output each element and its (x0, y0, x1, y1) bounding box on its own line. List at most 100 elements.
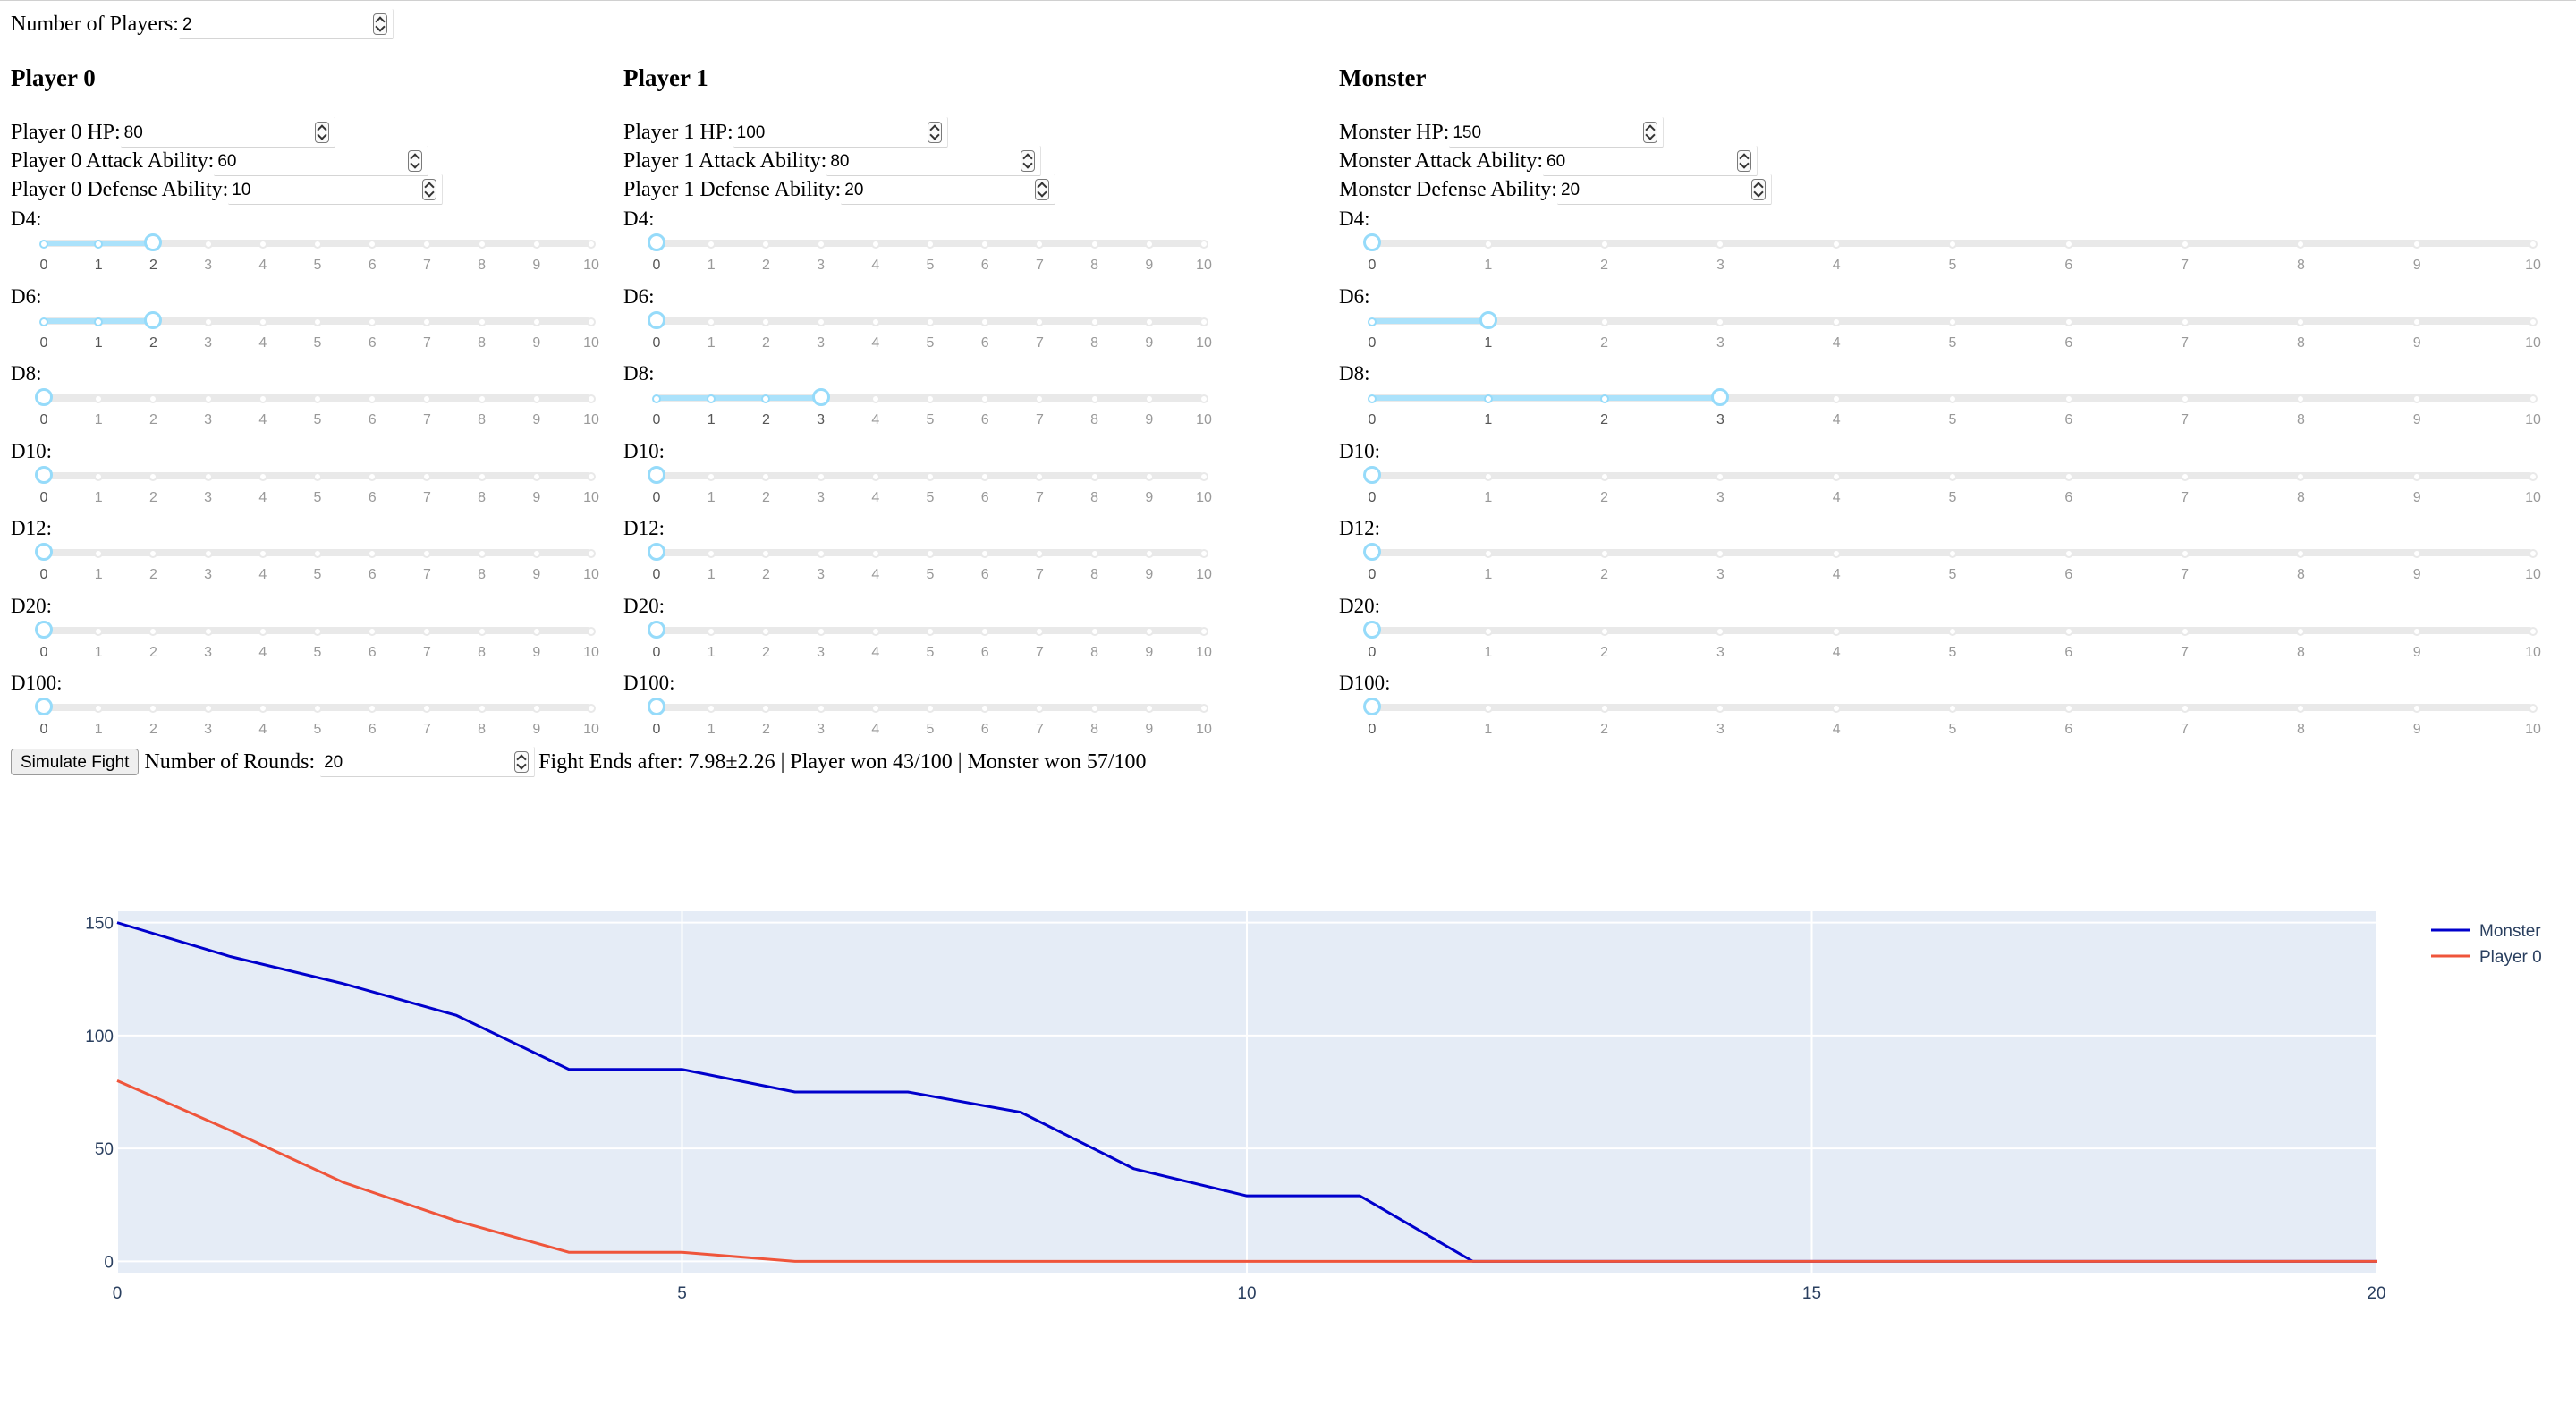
slider-step-dot[interactable] (2063, 317, 2073, 326)
slider-step-dot[interactable] (258, 317, 267, 326)
slider-step-dot[interactable] (761, 394, 771, 403)
slider-step-dot[interactable] (2180, 626, 2190, 636)
slider-mark-label[interactable]: 5 (304, 567, 331, 583)
slider-handle[interactable] (648, 543, 665, 561)
slider-step-dot[interactable] (587, 626, 596, 636)
slider-step-dot[interactable] (258, 704, 267, 713)
slider-mark-label[interactable]: 9 (523, 722, 550, 738)
dice-slider[interactable]: 0 1 2 3 4 5 6 7 8 9 10 (652, 385, 1212, 427)
slider-mark-label[interactable]: 7 (413, 258, 440, 274)
slider-step-dot[interactable] (1144, 549, 1154, 558)
attack-input[interactable]: 80 (826, 146, 1042, 176)
slider-mark-label[interactable]: 6 (2055, 722, 2082, 738)
slider-step-dot[interactable] (1948, 394, 1957, 403)
slider-step-dot[interactable] (1035, 549, 1045, 558)
slider-mark-label[interactable]: 7 (1026, 335, 1053, 351)
slider-step-dot[interactable] (1483, 704, 1493, 713)
slider-step-dot[interactable] (203, 704, 213, 713)
rounds-input[interactable]: 20 (320, 747, 536, 777)
slider-mark-label[interactable]: 1 (1475, 567, 1502, 583)
slider-step-dot[interactable] (313, 394, 322, 403)
slider-mark-label[interactable]: 6 (2055, 567, 2082, 583)
slider-mark-label[interactable]: 0 (30, 412, 57, 428)
slider-mark-label[interactable]: 9 (1136, 722, 1163, 738)
slider-step-dot[interactable] (1832, 704, 1842, 713)
slider-mark-label[interactable]: 8 (2287, 258, 2314, 274)
slider-mark-label[interactable]: 0 (30, 258, 57, 274)
slider-mark-label[interactable]: 10 (2520, 490, 2546, 506)
slider-handle[interactable] (144, 310, 163, 329)
slider-mark-label[interactable]: 5 (304, 335, 331, 351)
slider-mark-label[interactable]: 8 (1081, 567, 1108, 583)
slider-step-dot[interactable] (1599, 549, 1609, 558)
slider-step-dot[interactable] (587, 549, 596, 558)
slider-step-dot[interactable] (652, 394, 661, 403)
simulate-fight-button[interactable]: Simulate Fight (11, 749, 140, 775)
slider-mark-label[interactable]: 9 (2403, 567, 2430, 583)
slider-step-dot[interactable] (203, 240, 213, 249)
slider-step-dot[interactable] (422, 240, 432, 249)
slider-mark-label[interactable]: 0 (643, 335, 670, 351)
slider-mark-label[interactable]: 3 (195, 645, 222, 661)
slider-mark-label[interactable]: 8 (469, 567, 496, 583)
slider-step-dot[interactable] (2063, 626, 2073, 636)
slider-step-dot[interactable] (1599, 394, 1609, 403)
slider-step-dot[interactable] (2412, 471, 2422, 481)
slider-mark-label[interactable]: 1 (1475, 722, 1502, 738)
dice-slider[interactable]: 0 1 2 3 4 5 6 7 8 9 10 (648, 309, 1212, 351)
slider-step-dot[interactable] (1716, 471, 1725, 481)
slider-mark-label[interactable]: 4 (1823, 645, 1850, 661)
slider-step-dot[interactable] (926, 626, 935, 636)
hp-input[interactable]: 150 (1449, 117, 1665, 148)
num-players-spinner-icon[interactable] (372, 13, 387, 35)
slider-step-dot[interactable] (1144, 394, 1154, 403)
slider-mark-label[interactable]: 2 (1591, 412, 1618, 428)
slider-step-dot[interactable] (707, 704, 716, 713)
slider-mark-label[interactable]: 5 (1939, 567, 1966, 583)
slider-step-dot[interactable] (1035, 317, 1045, 326)
slider-step-dot[interactable] (870, 394, 880, 403)
slider-mark-label[interactable]: 1 (698, 258, 724, 274)
slider-mark-label[interactable]: 6 (359, 722, 386, 738)
slider-mark-label[interactable]: 3 (808, 645, 835, 661)
slider-step-dot[interactable] (1199, 394, 1208, 403)
slider-mark-label[interactable]: 10 (578, 567, 605, 583)
slider-step-dot[interactable] (2296, 704, 2306, 713)
slider-mark-label[interactable]: 7 (1026, 412, 1053, 428)
slider-step-dot[interactable] (313, 317, 322, 326)
slider-mark-label[interactable]: 7 (1026, 722, 1053, 738)
slider-step-dot[interactable] (2180, 394, 2190, 403)
slider-step-dot[interactable] (1948, 704, 1957, 713)
slider-step-dot[interactable] (148, 549, 158, 558)
slider-step-dot[interactable] (531, 626, 541, 636)
slider-mark-label[interactable]: 5 (1939, 490, 1966, 506)
slider-step-dot[interactable] (203, 549, 213, 558)
slider-step-dot[interactable] (1089, 240, 1099, 249)
slider-step-dot[interactable] (1948, 549, 1957, 558)
slider-step-dot[interactable] (531, 394, 541, 403)
slider-mark-label[interactable]: 10 (1191, 335, 1217, 351)
slider-mark-label[interactable]: 10 (578, 722, 605, 738)
slider-step-dot[interactable] (1483, 626, 1493, 636)
slider-handle[interactable] (1363, 233, 1381, 251)
slider-mark-label[interactable]: 6 (359, 490, 386, 506)
slider-handle[interactable] (1363, 620, 1381, 639)
slider-mark-label[interactable]: 7 (1026, 258, 1053, 274)
slider-step-dot[interactable] (980, 704, 990, 713)
slider-mark-label[interactable]: 1 (85, 412, 112, 428)
slider-handle[interactable] (648, 465, 665, 484)
slider-mark-label[interactable]: 9 (2403, 412, 2430, 428)
slider-step-dot[interactable] (761, 471, 771, 481)
slider-mark-label[interactable]: 9 (523, 412, 550, 428)
dice-slider[interactable]: 0 1 2 3 4 5 6 7 8 9 10 (35, 463, 599, 505)
slider-mark-label[interactable]: 8 (2287, 412, 2314, 428)
slider-step-dot[interactable] (2063, 394, 2073, 403)
slider-step-dot[interactable] (1483, 471, 1493, 481)
slider-mark-label[interactable]: 6 (2055, 412, 2082, 428)
slider-mark-label[interactable]: 2 (140, 335, 166, 351)
slider-mark-label[interactable]: 10 (1191, 490, 1217, 506)
slider-step-dot[interactable] (422, 704, 432, 713)
slider-mark-label[interactable]: 9 (523, 490, 550, 506)
slider-mark-label[interactable]: 2 (1591, 335, 1618, 351)
slider-step-dot[interactable] (926, 394, 935, 403)
